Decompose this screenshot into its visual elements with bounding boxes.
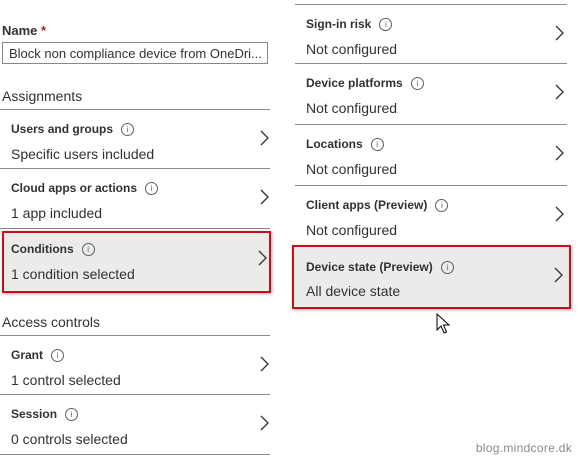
row-value: Not configured	[306, 41, 398, 57]
assignments-heading: Assignments	[2, 88, 83, 104]
assignment-users-and-groups[interactable]: Users and groups i Specific users include…	[0, 109, 270, 169]
row-value: 1 app included	[11, 205, 103, 221]
info-icon[interactable]: i	[51, 349, 65, 362]
chevron-right-icon	[555, 206, 564, 222]
name-label-text: Name	[2, 23, 38, 38]
info-icon[interactable]: i	[65, 408, 79, 421]
row-title: Device platforms i	[306, 76, 424, 90]
row-value: Not configured	[306, 222, 398, 238]
row-value: 1 control selected	[11, 372, 121, 388]
condition-sign-in-risk[interactable]: Sign-in risk i Not configured	[295, 4, 567, 64]
info-icon[interactable]: i	[145, 182, 159, 195]
row-title: Users and groups i	[11, 122, 135, 136]
row-title: Cloud apps or actions i	[11, 181, 159, 195]
condition-client-apps[interactable]: Client apps (Preview) i Not configured	[295, 186, 567, 246]
chevron-right-icon	[260, 130, 269, 146]
row-title: Session i	[11, 407, 79, 421]
chevron-right-icon	[260, 356, 269, 372]
row-value: Specific users included	[11, 146, 155, 162]
watermark: blog.mindcore.dk	[475, 441, 572, 455]
access-control-grant[interactable]: Grant i 1 control selected	[0, 335, 270, 395]
row-value: 0 controls selected	[11, 431, 128, 447]
chevron-right-icon	[555, 145, 564, 161]
assignment-cloud-apps[interactable]: Cloud apps or actions i 1 app included	[0, 169, 270, 229]
access-controls-heading: Access controls	[2, 314, 101, 330]
row-title: Locations i	[306, 137, 384, 151]
row-value: Not configured	[306, 161, 398, 177]
condition-device-platforms[interactable]: Device platforms i Not configured	[295, 64, 567, 125]
row-value: Not configured	[306, 100, 398, 116]
chevron-right-icon	[555, 25, 564, 41]
info-icon[interactable]: i	[410, 77, 424, 90]
access-control-session[interactable]: Session i 0 controls selected	[0, 395, 270, 455]
mouse-cursor-icon	[436, 313, 450, 334]
name-field-label: Name *	[2, 23, 46, 38]
info-icon[interactable]: i	[379, 18, 393, 31]
policy-name-input[interactable]: Block non compliance device from OneDri.…	[2, 42, 268, 64]
chevron-right-icon	[260, 189, 269, 205]
chevron-right-icon	[555, 84, 564, 100]
condition-locations[interactable]: Locations i Not configured	[295, 125, 567, 186]
row-title: Sign-in risk i	[306, 17, 393, 31]
chevron-right-icon	[260, 415, 269, 431]
info-icon[interactable]: i	[121, 123, 135, 136]
required-marker: *	[41, 23, 47, 38]
conditions-highlight-box	[2, 231, 271, 293]
info-icon[interactable]: i	[370, 138, 384, 151]
row-title: Client apps (Preview) i	[306, 198, 449, 212]
device-state-highlight-box	[292, 245, 571, 309]
row-title: Grant i	[11, 348, 65, 362]
info-icon[interactable]: i	[435, 199, 449, 212]
